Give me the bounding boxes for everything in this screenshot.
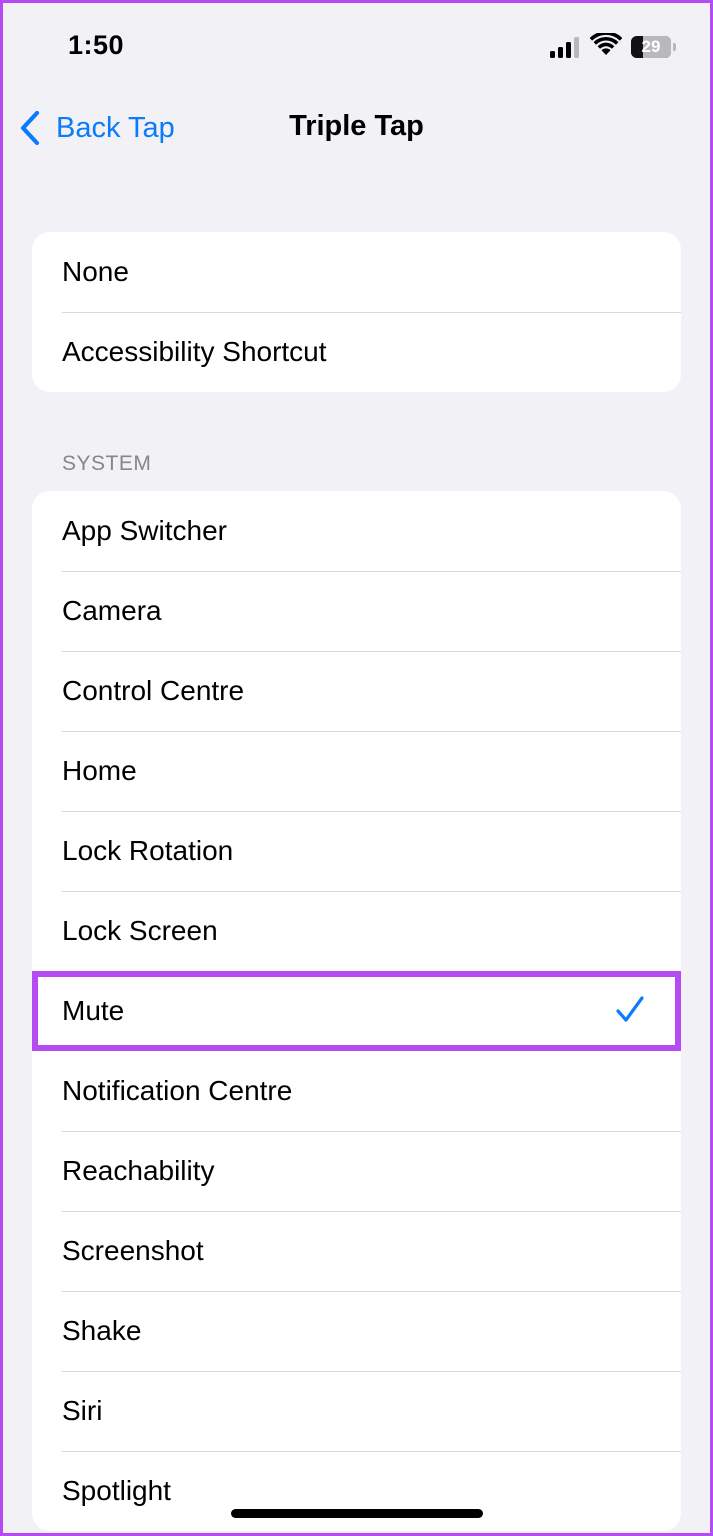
option-label: Home bbox=[62, 755, 137, 786]
option-label: App Switcher bbox=[62, 515, 227, 546]
option-label: Shake bbox=[62, 1315, 142, 1346]
option-label: Notification Centre bbox=[62, 1075, 293, 1106]
option-label: Spotlight bbox=[62, 1475, 171, 1506]
status-time: 1:50 bbox=[68, 30, 125, 60]
signal-icon bbox=[550, 37, 579, 58]
option-screenshot[interactable]: Screenshot bbox=[32, 1211, 681, 1291]
top-options-group: None Accessibility Shortcut bbox=[32, 232, 681, 392]
option-label: Accessibility Shortcut bbox=[62, 336, 327, 367]
option-label: Lock Screen bbox=[62, 915, 218, 946]
home-indicator bbox=[231, 1509, 483, 1518]
option-siri[interactable]: Siri bbox=[32, 1371, 681, 1451]
option-none[interactable]: None bbox=[32, 232, 681, 312]
battery-level: 29 bbox=[641, 37, 661, 56]
option-label: Lock Rotation bbox=[62, 835, 234, 866]
checkmark-icon bbox=[616, 996, 644, 1022]
option-lock-screen[interactable]: Lock Screen bbox=[32, 891, 681, 971]
system-options-group: App Switcher Camera Control Centre Home … bbox=[32, 491, 681, 1531]
wifi-icon bbox=[590, 33, 622, 55]
nav-bar: Triple Tap Back Tap bbox=[0, 96, 713, 162]
option-notification-centre[interactable]: Notification Centre bbox=[32, 1051, 681, 1131]
back-button-label: Back Tap bbox=[56, 111, 175, 144]
option-shake[interactable]: Shake bbox=[32, 1291, 681, 1371]
option-mute[interactable]: Mute bbox=[32, 971, 681, 1051]
section-header-system: SYSTEM bbox=[62, 452, 152, 475]
option-app-switcher[interactable]: App Switcher bbox=[32, 491, 681, 571]
chevron-left-icon bbox=[20, 110, 40, 146]
back-button[interactable]: Back Tap bbox=[18, 108, 175, 148]
option-label: Mute bbox=[62, 995, 125, 1026]
option-camera[interactable]: Camera bbox=[32, 571, 681, 651]
option-label: None bbox=[62, 256, 129, 287]
option-reachability[interactable]: Reachability bbox=[32, 1131, 681, 1211]
battery-icon: 29 bbox=[631, 36, 676, 58]
option-label: Camera bbox=[62, 595, 162, 626]
option-home[interactable]: Home bbox=[32, 731, 681, 811]
option-lock-rotation[interactable]: Lock Rotation bbox=[32, 811, 681, 891]
option-label: Control Centre bbox=[62, 675, 245, 706]
option-accessibility-shortcut[interactable]: Accessibility Shortcut bbox=[32, 312, 681, 392]
option-label: Reachability bbox=[62, 1155, 215, 1186]
option-control-centre[interactable]: Control Centre bbox=[32, 651, 681, 731]
option-label: Screenshot bbox=[62, 1235, 204, 1266]
status-bar: 1:50 29 bbox=[0, 0, 713, 90]
option-spotlight[interactable]: Spotlight bbox=[32, 1451, 681, 1531]
option-label: Siri bbox=[62, 1395, 103, 1426]
